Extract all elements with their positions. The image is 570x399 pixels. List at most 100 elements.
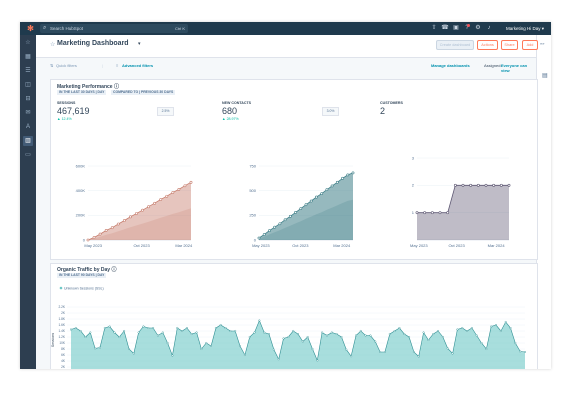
data-point [325, 334, 328, 337]
kpi-delta-sessions: ▲ 12.4% [57, 117, 72, 121]
quick-filters-link[interactable]: Quick filters [56, 63, 77, 68]
y-tick-label: 1 [412, 210, 415, 215]
data-point [335, 180, 339, 184]
phone-icon[interactable]: ☎ [441, 24, 449, 33]
data-point [257, 236, 261, 240]
data-point [210, 344, 213, 347]
data-point [253, 331, 256, 334]
date-range-tag[interactable]: IN THE LAST 90 DAYS | DAY [57, 273, 107, 278]
advanced-filters-link[interactable]: Advanced filters [122, 63, 153, 68]
marketing-icon[interactable]: ◫ [23, 80, 33, 90]
data-point [176, 327, 179, 330]
data-point [519, 350, 522, 353]
chat-icon[interactable]: ▤ [542, 72, 548, 79]
data-point [490, 325, 493, 328]
actions-button[interactable]: Actions [477, 40, 498, 50]
data-point [524, 350, 527, 353]
add-button[interactable]: Add [522, 40, 538, 50]
data-point [350, 355, 353, 358]
data-point [153, 201, 157, 205]
data-point [446, 347, 449, 350]
data-point [311, 347, 314, 350]
kpi-label-new-contacts: NEW CONTACTS [222, 101, 252, 105]
sales-icon[interactable]: ⊟ [23, 94, 33, 104]
data-point [480, 342, 483, 345]
assigned-value[interactable]: Everyone can view [501, 63, 536, 73]
side-panel-toggle-icon[interactable]: »» [540, 41, 544, 46]
filter-icon[interactable]: ≡ [116, 63, 118, 68]
data-point [495, 324, 498, 327]
data-point [398, 327, 401, 330]
search-placeholder: Search HubSpot [50, 26, 84, 31]
info-icon[interactable]: ⓘ [111, 267, 116, 273]
data-point [205, 342, 208, 345]
search-input[interactable]: ⌕ Search HubSpot Ctrl K [40, 24, 188, 33]
y-tick-label: 2K [61, 365, 66, 369]
hubspot-sprocket-icon[interactable]: ✻ [26, 24, 35, 33]
y-tick-label: 2K [61, 311, 66, 315]
upgrade-icon[interactable]: ⇧ [430, 24, 438, 33]
data-point [422, 331, 425, 334]
new-contacts-chart: 0 250 500 750 May 2023 Oct 2023 Mar 2024 [249, 163, 355, 248]
card-title: Marketing Performance ⓘ [57, 84, 119, 90]
data-point [484, 183, 488, 187]
bookmarks-icon[interactable]: ☆ [23, 38, 33, 48]
organic-traffic-chart: Unknown Sessions (SSL)02K4K6K8K10K1.2K1.… [51, 286, 527, 369]
bell-icon[interactable]: ♪ [485, 24, 493, 33]
create-dashboard-button[interactable]: Create dashboard [436, 40, 474, 50]
assigned-label: Assigned: [484, 63, 502, 68]
data-point [177, 188, 181, 191]
account-menu[interactable]: Marketing Hi Day ▾ [506, 22, 544, 35]
data-point [248, 336, 251, 339]
compare-tag[interactable]: COMPARED TO | PREVIOUS 30 DAYS [111, 90, 176, 95]
share-button[interactable]: Share [501, 40, 518, 50]
grid-icon[interactable]: ▦ [23, 52, 33, 62]
data-point [229, 330, 232, 333]
data-point [351, 171, 355, 175]
legend-swatch [59, 286, 63, 290]
data-point [514, 342, 517, 345]
y-tick-label: 250 [249, 213, 256, 218]
data-point [156, 334, 159, 337]
date-range-tag[interactable]: IN THE LAST 30 DAYS | DAY [57, 90, 107, 95]
chevron-down-icon[interactable]: ▾ [138, 41, 141, 47]
dashboard-title[interactable]: Marketing Dashboard [57, 40, 129, 47]
service-icon[interactable]: ✉ [23, 108, 33, 118]
account-label: Marketing Hi Day [506, 26, 541, 31]
data-point [127, 347, 130, 350]
manage-dashboards-link[interactable]: Manage dashboards [431, 63, 470, 68]
data-point [461, 327, 464, 330]
data-point [393, 330, 396, 333]
data-point [92, 236, 96, 239]
data-point [258, 319, 261, 322]
data-point [364, 334, 367, 337]
settings-gear-icon[interactable]: ⚙ [474, 24, 482, 33]
data-point [430, 211, 434, 215]
quick-filters-icon[interactable]: ⇅ [50, 63, 53, 68]
y-tick-label: 2 [412, 183, 415, 188]
data-point [137, 331, 140, 334]
automation-icon[interactable]: A [23, 122, 33, 132]
data-point [403, 333, 406, 336]
contacts-icon[interactable]: ☰ [23, 66, 33, 76]
favorite-star-icon[interactable]: ☆ [50, 41, 55, 48]
left-sidebar: ☆ ▦ ☰ ◫ ⊟ ✉ A ▥ ▭ [20, 35, 36, 369]
data-point [412, 350, 415, 353]
data-point [129, 215, 132, 219]
data-point [330, 184, 334, 188]
series-area [71, 320, 525, 369]
data-point [476, 183, 480, 187]
y-tick-label: 0 [83, 237, 86, 242]
help-icon[interactable]: ? [463, 24, 471, 33]
data-point [195, 331, 198, 334]
library-icon[interactable]: ▭ [23, 150, 33, 160]
data-point [273, 225, 277, 229]
data-point [282, 337, 285, 340]
marketplace-icon[interactable]: ▣ [452, 24, 460, 33]
data-point [294, 210, 297, 214]
sessions-chart: 0 200K 400K 600K May 2023 Oct 2023 Mar 2024 [76, 163, 193, 248]
reporting-icon[interactable]: ▥ [23, 136, 33, 146]
data-point [86, 238, 90, 242]
data-point [345, 348, 348, 351]
filter-divider: | [102, 63, 104, 68]
